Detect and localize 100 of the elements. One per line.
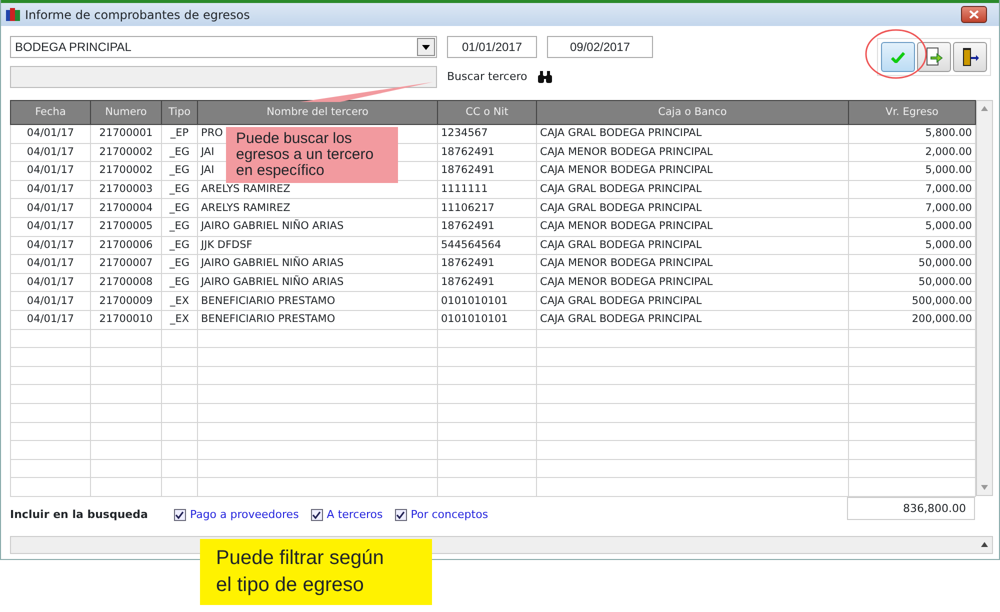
table-cell: 5,000.00 — [848, 162, 976, 180]
date-from-field[interactable]: 01/01/2017 — [447, 36, 537, 58]
table-cell: CAJA MENOR BODEGA PRINCIPAL — [536, 254, 848, 274]
table-cell: _EG — [162, 162, 198, 180]
table-cell: 11106217 — [438, 198, 536, 218]
checkbox-label[interactable]: A terceros — [326, 506, 383, 524]
table-cell: JAIRO GABRIEL NIÑO ARIAS — [198, 273, 438, 292]
table-cell: CAJA MENOR BODEGA PRINCIPAL — [536, 273, 848, 292]
table-cell: CAJA GRAL BODEGA PRINCIPAL — [536, 310, 848, 330]
table-cell: 21700002 — [90, 162, 162, 180]
column-header[interactable]: Nombre del tercero — [198, 100, 438, 124]
table-cell: 04/01/17 — [10, 273, 90, 292]
search-result-field[interactable] — [10, 66, 437, 88]
binoculars-icon[interactable] — [537, 70, 554, 84]
table-cell: 21700009 — [90, 292, 162, 310]
table-cell: 21700005 — [90, 217, 162, 236]
table-cell: 04/01/17 — [10, 310, 90, 330]
table-cell: _EG — [162, 217, 198, 236]
column-header[interactable]: Caja o Banco — [536, 100, 848, 124]
table-cell: CAJA MENOR BODEGA PRINCIPAL — [536, 162, 848, 180]
table-cell: 21700008 — [90, 273, 162, 292]
table-cell: 5,800.00 — [848, 124, 976, 144]
table-cell: CAJA GRAL BODEGA PRINCIPAL — [536, 236, 848, 255]
checkbox-label[interactable]: Por conceptos — [410, 506, 488, 524]
table-cell: 50,000.00 — [848, 254, 976, 274]
table-cell: CAJA MENOR BODEGA PRINCIPAL — [536, 143, 848, 162]
table-cell: 2,000.00 — [848, 143, 976, 162]
table-cell: BENEFICIARIO PRESTAMO — [198, 310, 438, 330]
table-cell: _EG — [162, 198, 198, 218]
table-cell: 5,000.00 — [848, 217, 976, 236]
checkbox[interactable] — [174, 509, 186, 522]
export-icon — [925, 47, 943, 67]
window-title: Informe de comprobantes de egresos — [25, 6, 250, 24]
total-cell: 836,800.00 — [847, 496, 975, 520]
column-header[interactable]: Fecha — [10, 100, 90, 124]
column-header[interactable]: Numero — [90, 100, 162, 124]
table-cell: 18762491 — [438, 217, 536, 236]
table-cell: 04/01/17 — [10, 292, 90, 310]
table-cell: CAJA GRAL BODEGA PRINCIPAL — [536, 292, 848, 310]
table-cell: 18762491 — [438, 162, 536, 180]
table-cell: 21700007 — [90, 254, 162, 274]
close-button[interactable] — [961, 6, 987, 23]
table-cell: 21700001 — [90, 124, 162, 144]
table-cell: CAJA MENOR BODEGA PRINCIPAL — [536, 217, 848, 236]
table-cell: _EG — [162, 273, 198, 292]
export-button[interactable] — [917, 42, 951, 72]
door-icon — [961, 47, 979, 67]
table-cell: 18762491 — [438, 273, 536, 292]
table-cell: 04/01/17 — [10, 162, 90, 180]
table-cell: 1111111 — [438, 180, 536, 199]
table-cell: 500,000.00 — [848, 292, 976, 310]
table-cell: 18762491 — [438, 254, 536, 274]
table-cell: 0101010101 — [438, 310, 536, 330]
table-cell: JJK DFDSF — [198, 236, 438, 255]
table-cell: BENEFICIARIO PRESTAMO — [198, 292, 438, 310]
table-cell: 04/01/17 — [10, 217, 90, 236]
table-cell: ARELYS RAMIREZ — [198, 198, 438, 218]
table-cell: _EG — [162, 143, 198, 162]
table-cell: 21700002 — [90, 143, 162, 162]
table-cell: CAJA GRAL BODEGA PRINCIPAL — [536, 124, 848, 144]
table-cell: 21700006 — [90, 236, 162, 255]
table-cell: _EP — [162, 124, 198, 144]
date-to-field[interactable]: 09/02/2017 — [547, 36, 653, 58]
search-label: Buscar tercero — [447, 68, 528, 85]
warehouse-dropdown[interactable]: BODEGA PRINCIPAL — [10, 36, 437, 58]
table-cell: 21700004 — [90, 198, 162, 218]
table-cell: 200,000.00 — [848, 310, 976, 330]
table-cell: 0101010101 — [438, 292, 536, 310]
table-cell: CAJA GRAL BODEGA PRINCIPAL — [536, 180, 848, 199]
table-cell: _EG — [162, 236, 198, 255]
table-cell: 04/01/17 — [10, 143, 90, 162]
check-icon — [891, 52, 905, 62]
table-cell: 21700003 — [90, 180, 162, 199]
checkbox[interactable] — [394, 509, 407, 522]
column-header[interactable]: Vr. Egreso — [848, 100, 976, 124]
table-cell: _EX — [162, 292, 198, 310]
table-cell: 7,000.00 — [848, 180, 976, 199]
table-cell: 544564564 — [438, 236, 536, 255]
table-cell: _EG — [162, 180, 198, 199]
table-cell: 04/01/17 — [10, 198, 90, 218]
callout-note: Puede buscar los egresos a un tercero en específico — [226, 127, 398, 183]
column-header[interactable]: CC o Nit — [438, 100, 536, 124]
checkbox[interactable] — [310, 509, 323, 522]
app-icon — [5, 6, 21, 22]
callout-note: Puede filtrar según el tipo de egreso — [200, 539, 432, 605]
table-cell: _EX — [162, 310, 198, 330]
table-cell: CAJA GRAL BODEGA PRINCIPAL — [536, 198, 848, 218]
table-cell: 04/01/17 — [10, 180, 90, 199]
table-cell: JAIRO GABRIEL NIÑO ARIAS — [198, 217, 438, 236]
table-cell: 04/01/17 — [10, 236, 90, 255]
table-cell: 1234567 — [438, 124, 536, 144]
table-cell: 5,000.00 — [848, 236, 976, 255]
table-cell: JAIRO GABRIEL NIÑO ARIAS — [198, 254, 438, 274]
table-cell: 18762491 — [438, 143, 536, 162]
close-icon — [969, 10, 979, 20]
exit-button[interactable] — [953, 42, 987, 72]
checkbox-label[interactable]: Pago a proveedores — [190, 506, 299, 524]
column-header[interactable]: Tipo — [162, 100, 198, 124]
table-cell: 21700010 — [90, 310, 162, 330]
highlight-circle — [864, 28, 928, 80]
